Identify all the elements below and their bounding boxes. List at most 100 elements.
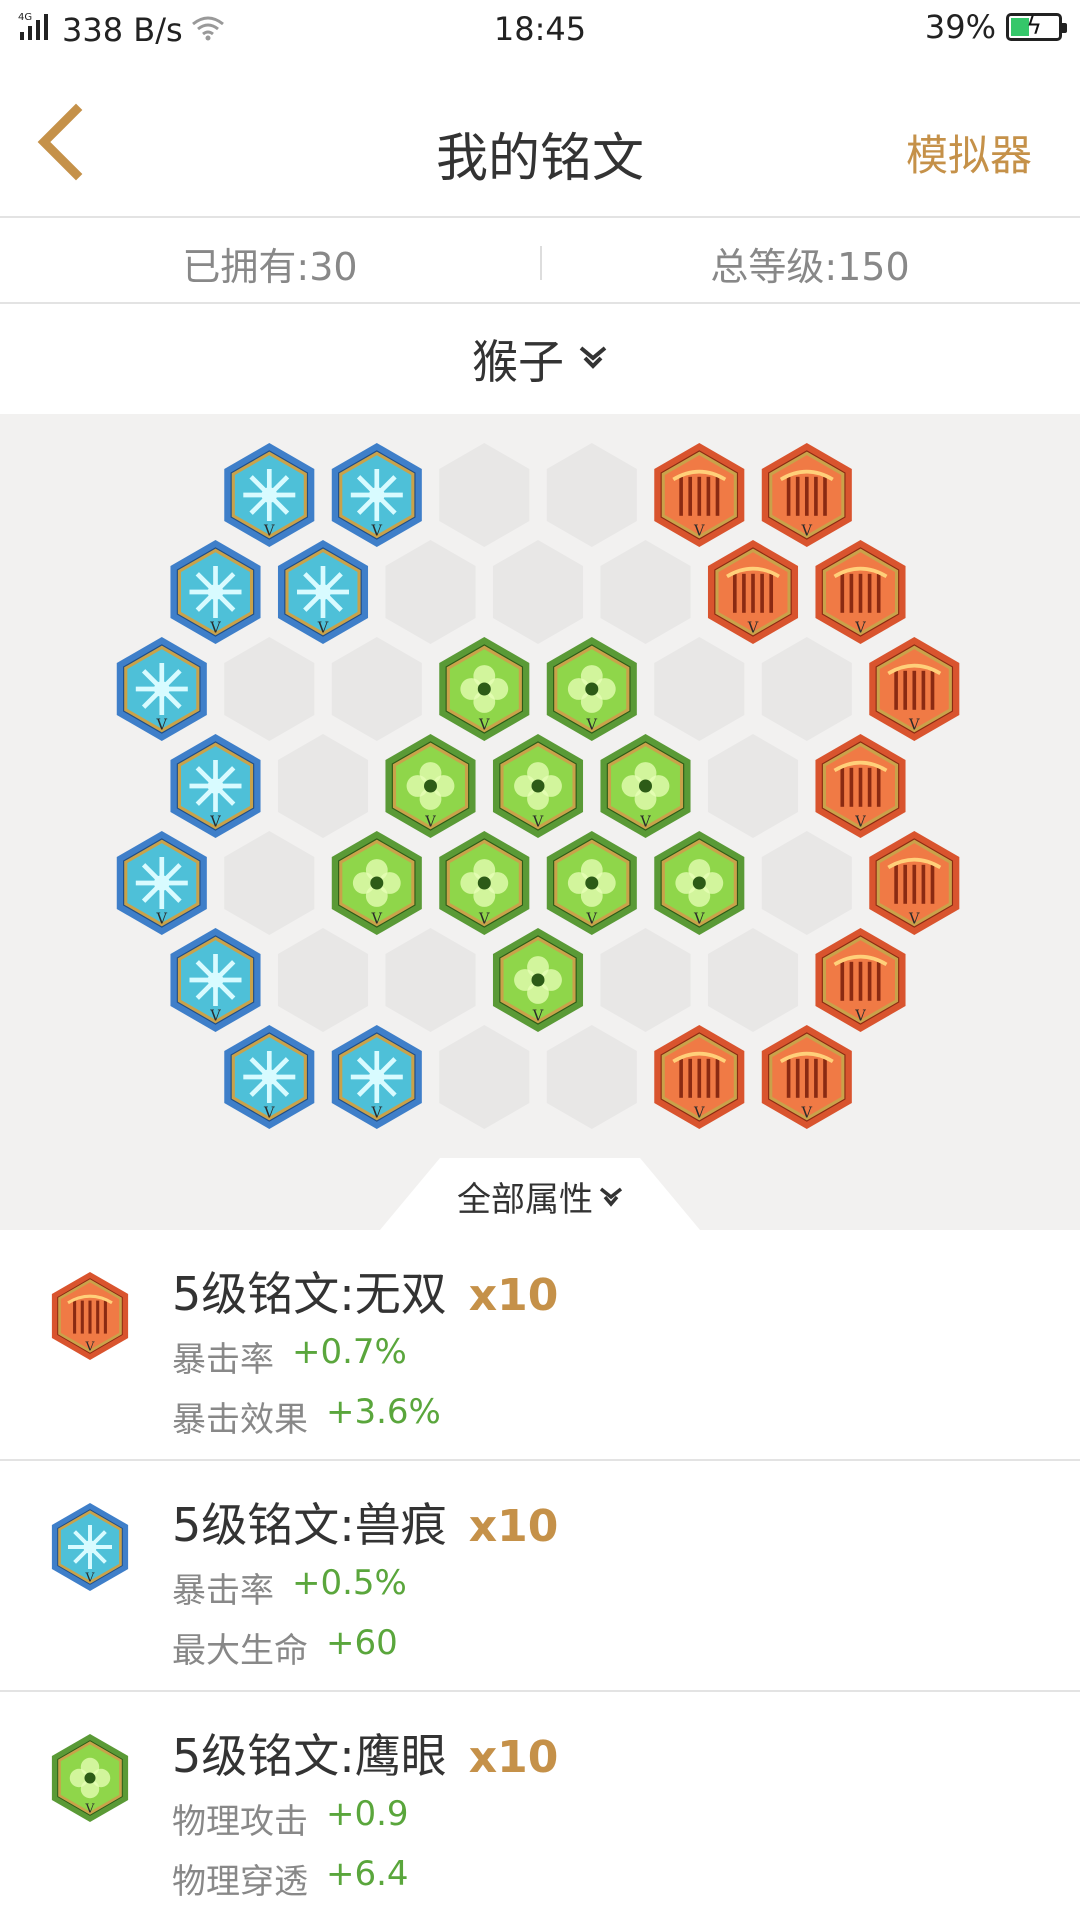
- status-bar: 4G 338 B/s 18:45 39% ϟ: [0, 0, 1080, 56]
- svg-text:V: V: [85, 1339, 96, 1353]
- attr-label: 暴击率: [172, 1340, 274, 1380]
- rune-slot-empty[interactable]: [385, 928, 476, 1032]
- rune-slot-blue[interactable]: V: [277, 540, 369, 644]
- rune-slot-red[interactable]: V: [869, 831, 960, 935]
- rune-slot-blue[interactable]: V: [224, 443, 315, 547]
- rune-slot-green[interactable]: V: [439, 831, 530, 935]
- rune-green-icon: V: [51, 1734, 129, 1822]
- battery-percent: 39%: [924, 8, 996, 46]
- svg-text:V: V: [263, 1105, 275, 1122]
- rune-slot-blue[interactable]: V: [170, 540, 261, 644]
- rune-item-wushuang[interactable]: V 5级铭文:无双 x10 暴击率 +0.7% 暴击效果 +3.6%: [0, 1230, 1080, 1461]
- svg-text:V: V: [156, 717, 168, 734]
- rune-attr: 物理穿透 +6.4: [172, 1854, 409, 1903]
- svg-text:V: V: [371, 523, 383, 540]
- rune-count: x10: [468, 1270, 559, 1321]
- all-attributes-tab[interactable]: 全部属性: [380, 1158, 700, 1230]
- svg-text:V: V: [371, 911, 383, 928]
- svg-text:V: V: [532, 814, 544, 831]
- rune-attr: 暴击率 +0.5%: [172, 1563, 407, 1612]
- rune-slot-blue[interactable]: V: [170, 928, 261, 1032]
- svg-text:V: V: [478, 911, 490, 928]
- rune-slot-green[interactable]: V: [385, 734, 476, 838]
- rune-slot-red[interactable]: V: [815, 928, 906, 1032]
- rune-slot-empty[interactable]: [492, 540, 584, 644]
- stats-bar: 已拥有:30 总等级:150: [0, 218, 1080, 304]
- rune-slot-red[interactable]: V: [761, 443, 852, 547]
- svg-text:V: V: [209, 814, 221, 831]
- svg-text:V: V: [908, 911, 920, 928]
- rune-slot-blue[interactable]: V: [331, 1025, 422, 1129]
- svg-text:V: V: [908, 717, 920, 734]
- rune-count: x10: [468, 1732, 559, 1783]
- rune-slot-red[interactable]: V: [815, 734, 906, 838]
- rune-slot-empty[interactable]: [600, 928, 691, 1032]
- svg-text:V: V: [801, 523, 813, 540]
- rune-slot-green[interactable]: V: [654, 831, 745, 935]
- rune-slot-empty[interactable]: [707, 928, 799, 1032]
- rune-slot-empty[interactable]: [224, 637, 315, 741]
- rune-slot-empty[interactable]: [439, 1025, 530, 1129]
- attr-label: 物理穿透: [172, 1862, 308, 1902]
- total-level: 总等级:150: [710, 245, 910, 289]
- rune-slot-green[interactable]: V: [439, 637, 530, 741]
- rune-board-grid: V V V V V V V V V V V V V V V V V V V V V V V V V V V V V V: [116, 443, 960, 1129]
- double-chevron-down-icon: [599, 1177, 623, 1217]
- simulator-button[interactable]: 模拟器: [906, 122, 1032, 183]
- svg-text:V: V: [209, 620, 221, 637]
- rune-slot-empty[interactable]: [224, 831, 315, 935]
- hero-selector[interactable]: 猴子: [0, 304, 1080, 414]
- rune-attr: 物理攻击 +0.9: [172, 1794, 409, 1843]
- attr-value: +60: [326, 1623, 398, 1663]
- rune-slot-green[interactable]: V: [492, 928, 584, 1032]
- rune-slot-empty[interactable]: [654, 637, 745, 741]
- rune-slot-empty[interactable]: [546, 443, 637, 547]
- attr-label: 暴击效果: [172, 1400, 308, 1440]
- svg-text:V: V: [693, 523, 705, 540]
- rune-slot-green[interactable]: V: [546, 637, 637, 741]
- svg-text:V: V: [693, 1105, 705, 1122]
- rune-slot-empty[interactable]: [277, 928, 369, 1032]
- battery-icon: ϟ: [1006, 12, 1067, 41]
- rune-slot-blue[interactable]: V: [116, 831, 207, 935]
- rune-slot-green[interactable]: V: [546, 831, 637, 935]
- rune-name: 5级铭文:鹰眼: [172, 1729, 447, 1783]
- svg-text:V: V: [85, 1801, 96, 1815]
- rune-slot-empty[interactable]: [761, 831, 852, 935]
- rune-item-shouhen[interactable]: V 5级铭文:兽痕 x10 暴击率 +0.5% 最大生命 +60: [0, 1461, 1080, 1692]
- rune-item-yingyan[interactable]: V 5级铭文:鹰眼 x10 物理攻击 +0.9 物理穿透 +6.4: [0, 1692, 1080, 1920]
- svg-text:V: V: [854, 1008, 866, 1025]
- rune-slot-empty[interactable]: [439, 443, 530, 547]
- rune-slot-red[interactable]: V: [707, 540, 799, 644]
- svg-text:V: V: [156, 911, 168, 928]
- rune-slot-empty[interactable]: [707, 734, 799, 838]
- rune-slot-green[interactable]: V: [600, 734, 691, 838]
- attr-value: +0.9: [326, 1794, 409, 1834]
- rune-slot-empty[interactable]: [385, 540, 476, 644]
- rune-slot-blue[interactable]: V: [170, 734, 261, 838]
- attr-value: +3.6%: [326, 1392, 441, 1432]
- rune-slot-empty[interactable]: [331, 637, 422, 741]
- rune-slot-green[interactable]: V: [331, 831, 422, 935]
- rune-slot-blue[interactable]: V: [116, 637, 207, 741]
- rune-slot-blue[interactable]: V: [331, 443, 422, 547]
- rune-slot-red[interactable]: V: [654, 443, 745, 547]
- rune-attr: 暴击率 +0.7%: [172, 1332, 407, 1381]
- double-chevron-down-icon: [578, 344, 608, 374]
- svg-text:V: V: [478, 717, 490, 734]
- svg-text:V: V: [371, 1105, 383, 1122]
- rune-slot-green[interactable]: V: [492, 734, 584, 838]
- rune-slot-red[interactable]: V: [654, 1025, 745, 1129]
- attr-value: +0.5%: [292, 1563, 407, 1603]
- svg-text:V: V: [586, 717, 598, 734]
- rune-slot-empty[interactable]: [277, 734, 369, 838]
- rune-slot-red[interactable]: V: [761, 1025, 852, 1129]
- rune-slot-red[interactable]: V: [815, 540, 906, 644]
- rune-slot-empty[interactable]: [600, 540, 691, 644]
- all-attributes-label: 全部属性: [457, 1180, 593, 1220]
- rune-slot-red[interactable]: V: [869, 637, 960, 741]
- rune-slot-empty[interactable]: [546, 1025, 637, 1129]
- rune-slot-empty[interactable]: [761, 637, 852, 741]
- svg-text:V: V: [263, 523, 275, 540]
- rune-slot-blue[interactable]: V: [224, 1025, 315, 1129]
